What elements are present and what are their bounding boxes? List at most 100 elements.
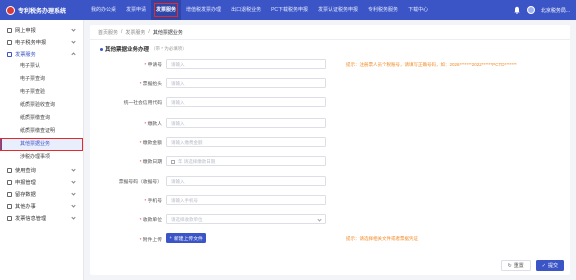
- sidebar-group-e-tax[interactable]: 电子税务申报: [0, 36, 83, 48]
- breadcrumb-item[interactable]: 首页服务: [98, 29, 118, 36]
- sidebar-group-invoice-service[interactable]: 发票服务: [0, 48, 83, 60]
- form-row-payer: * 缴款人 请输入: [90, 118, 570, 129]
- sidebar-item-e-invoice-query[interactable]: 电子票查询: [0, 73, 83, 86]
- upload-button-label: 新建上传文件: [174, 236, 203, 242]
- nav-item-download-center[interactable]: 下载中心: [403, 0, 433, 20]
- form-row-phone: * 手机号 请输入手机号: [90, 195, 570, 206]
- chevron-down-icon: [71, 203, 76, 208]
- plus-icon: +: [169, 235, 172, 241]
- sidebar-item-tax-matters[interactable]: 涉税办理事项: [0, 151, 83, 164]
- bell-icon[interactable]: [513, 6, 521, 14]
- field-label: * 缴款人: [144, 122, 162, 127]
- field-label: * 票据抬头: [139, 82, 162, 87]
- sidebar-item-paper-pay-proof[interactable]: 纸质票缴查证明: [0, 125, 83, 138]
- reset-button[interactable]: ↻ 重置: [500, 260, 531, 271]
- app-logo[interactable]: 专利税务办理系统: [0, 0, 86, 20]
- field-label: * 缴款日期: [139, 160, 162, 165]
- payee-unit-placeholder: 请选择收款单位: [171, 217, 203, 222]
- field-label: * 手机号: [144, 199, 162, 204]
- receipt-no-input[interactable]: 请输入: [166, 176, 326, 186]
- breadcrumb-separator: /: [148, 29, 150, 35]
- field-label: * 缴款金额: [139, 141, 162, 146]
- submit-button[interactable]: ✓ 提交: [535, 260, 564, 271]
- application-no-input[interactable]: 请输入: [166, 59, 326, 69]
- top-nav-bar: 专利税务办理系统 我的办公桌 发票申请 发票服务 增值税发票办理 出口退税业务 …: [0, 0, 576, 20]
- chevron-down-icon: [317, 217, 322, 222]
- chevron-down-icon: [71, 39, 76, 44]
- field-label: * 申请号: [144, 63, 162, 68]
- application-no-hint: 提示：注册票人员个税账号，请填写正确号码，如：2026*******2022**…: [346, 62, 517, 67]
- sidebar-group-retained-data[interactable]: 留存数据: [0, 188, 83, 200]
- form-row-pay-date: * 缴款日期 年 请选择缴款日期: [90, 156, 570, 167]
- sidebar-item-e-invoice-verify[interactable]: 电子票查验: [0, 86, 83, 99]
- document-icon: [7, 39, 12, 45]
- sidebar-group-label: 其他办事: [15, 203, 36, 210]
- nav-item-patent-tax[interactable]: 专利税务服务: [363, 0, 403, 20]
- chevron-down-icon: [71, 179, 76, 184]
- payee-unit-select[interactable]: 请选择收款单位: [166, 214, 326, 224]
- avatar[interactable]: [526, 6, 535, 14]
- breadcrumb-item[interactable]: 发票服务: [125, 29, 145, 36]
- sidebar-group-label: 发票服务: [15, 51, 36, 58]
- sidebar-group-label: 发票信息管理: [15, 215, 47, 222]
- phone-input[interactable]: 请输入手机号: [166, 195, 326, 205]
- form-subtitle: （带 * 为必填项）: [151, 46, 187, 51]
- sidebar-group-label: 申报管理: [15, 179, 36, 186]
- sidebar-group-label: 留存数据: [15, 191, 36, 198]
- chevron-down-icon: [71, 215, 76, 220]
- reset-label: 重置: [513, 263, 524, 269]
- app-title: 专利税务办理系统: [18, 8, 67, 15]
- main-nav: 我的办公桌 发票申请 发票服务 增值税发票办理 出口退税业务 PC下载税务申报 …: [86, 0, 433, 20]
- form-row-invoice-title: * 票据抬头 请输入: [90, 78, 570, 89]
- info-icon: [7, 215, 12, 221]
- invoice-icon: [7, 51, 12, 57]
- form-row-receipt-no: 票据号码（收据号） 请输入: [90, 176, 570, 187]
- invoice-title-input[interactable]: 请输入: [166, 78, 326, 88]
- chevron-down-icon: [71, 27, 76, 32]
- pay-date-placeholder: 年 请选择缴款日期: [178, 159, 216, 164]
- database-icon: [7, 191, 12, 197]
- nav-item-pc-download[interactable]: PC下载税务申报: [266, 0, 313, 20]
- grid-icon: [7, 203, 12, 209]
- form-actions: ↻ 重置 ✓ 提交: [500, 260, 564, 271]
- sidebar-group-online-filing[interactable]: 网上申报: [0, 24, 83, 36]
- field-label: * 收款单位: [139, 218, 162, 223]
- sidebar-item-paper-pay-query[interactable]: 纸质票缴查询: [0, 112, 83, 125]
- main-panel: 首页服务 / 发票服务 / 其他票据业务 其他票据业务办理 （带 * 为必填项）…: [90, 25, 570, 275]
- payer-input[interactable]: 请输入: [166, 118, 326, 128]
- chevron-down-icon: [71, 191, 76, 196]
- form-title-text: 其他票据业务办理: [105, 47, 150, 53]
- sidebar-group-label: 使用查询: [15, 167, 36, 174]
- sidebar-item-paper-receive-query[interactable]: 纸质票验收查询: [0, 99, 83, 112]
- sidebar-item-other-invoice[interactable]: 其他票据业务: [0, 138, 83, 151]
- sidebar-group-filing-mgmt[interactable]: 申报管理: [0, 176, 83, 188]
- form-row-attachment: * 附件上传: [90, 234, 570, 245]
- form-title: 其他票据业务办理 （带 * 为必填项）: [100, 45, 187, 53]
- refresh-icon: ↻: [507, 262, 512, 269]
- credit-code-input[interactable]: 请输入: [166, 97, 326, 107]
- sidebar-group-invoice-info[interactable]: 发票信息管理: [0, 212, 83, 224]
- nav-item-invoice-apply[interactable]: 发票申请: [121, 0, 151, 20]
- sidebar-group-usage-query[interactable]: 使用查询: [0, 164, 83, 176]
- nav-item-invoice-service[interactable]: 发票服务: [151, 0, 182, 20]
- breadcrumb-separator: /: [121, 29, 123, 35]
- nav-item-desk[interactable]: 我的办公桌: [86, 0, 121, 20]
- sidebar-item-e-invoice[interactable]: 电子票认: [0, 60, 83, 73]
- nav-item-invoice-auth[interactable]: 发票认证税务申报: [313, 0, 363, 20]
- title-dot-icon: [100, 47, 103, 51]
- folder-icon: [7, 179, 12, 185]
- nav-item-export-refund[interactable]: 出口退税业务: [226, 0, 266, 20]
- amount-input[interactable]: 请输入缴费金额: [166, 137, 326, 147]
- nav-item-vat[interactable]: 增值税发票办理: [181, 0, 226, 20]
- upload-file-button[interactable]: + 新建上传文件: [166, 233, 206, 243]
- search-icon: [7, 167, 12, 173]
- divider: [90, 39, 570, 40]
- pay-date-picker[interactable]: 年 请选择缴款日期: [166, 156, 326, 166]
- sidebar-group-other[interactable]: 其他办事: [0, 200, 83, 212]
- check-icon: ✓: [541, 262, 546, 269]
- chevron-down-icon: [71, 167, 76, 172]
- chevron-up-icon: [71, 52, 76, 57]
- field-label: * 附件上传: [139, 238, 162, 243]
- breadcrumb-current: 其他票据业务: [152, 30, 183, 36]
- user-name[interactable]: 北京税务局...: [541, 7, 570, 14]
